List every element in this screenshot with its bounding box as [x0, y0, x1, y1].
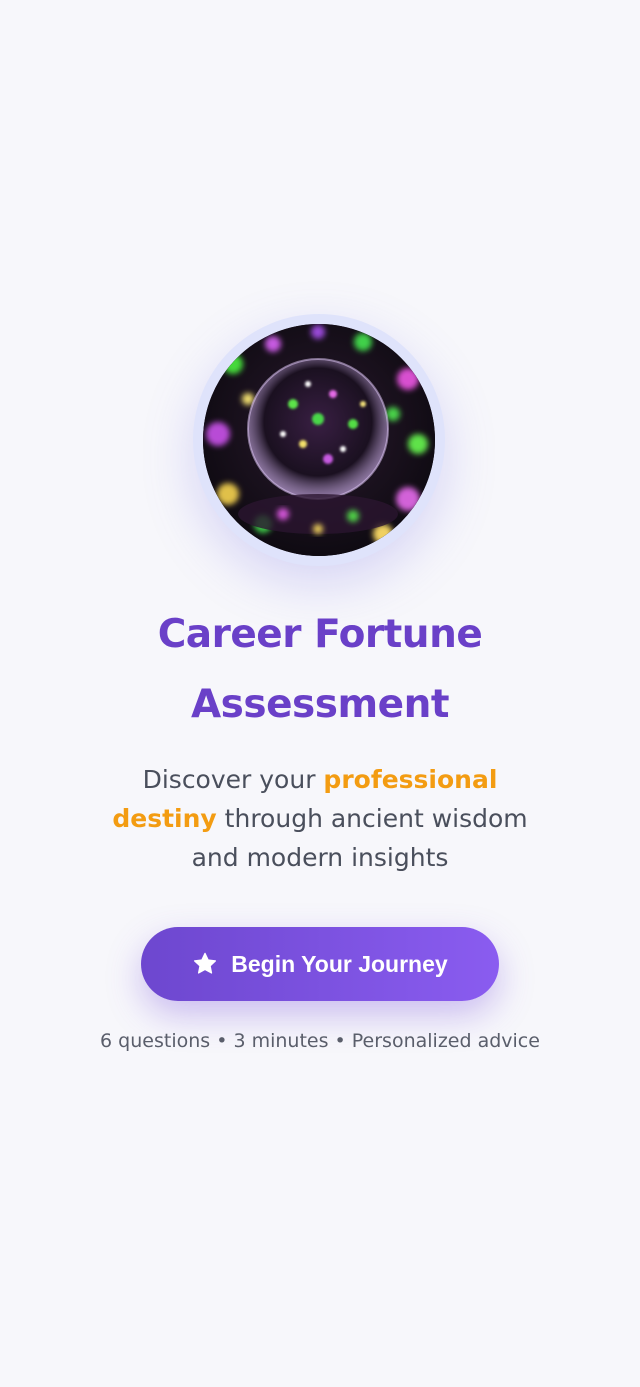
title-line-1: Career Fortune — [157, 612, 483, 657]
star-icon — [192, 951, 218, 977]
subtitle-part-1: Discover your — [142, 765, 324, 794]
begin-journey-label: Begin Your Journey — [231, 950, 448, 977]
page-title: Career Fortune Assessment — [0, 600, 640, 740]
subtitle: Discover your professional destiny throu… — [90, 760, 550, 877]
title-line-2: Assessment — [191, 682, 449, 727]
crystal-ball-image — [203, 324, 435, 556]
hero-image-frame — [193, 314, 445, 566]
begin-journey-button[interactable]: Begin Your Journey — [141, 927, 499, 1001]
assessment-meta: 6 questions • 3 minutes • Personalized a… — [100, 1030, 540, 1052]
subtitle-part-2: through ancient wisdom and modern insigh… — [191, 804, 528, 872]
